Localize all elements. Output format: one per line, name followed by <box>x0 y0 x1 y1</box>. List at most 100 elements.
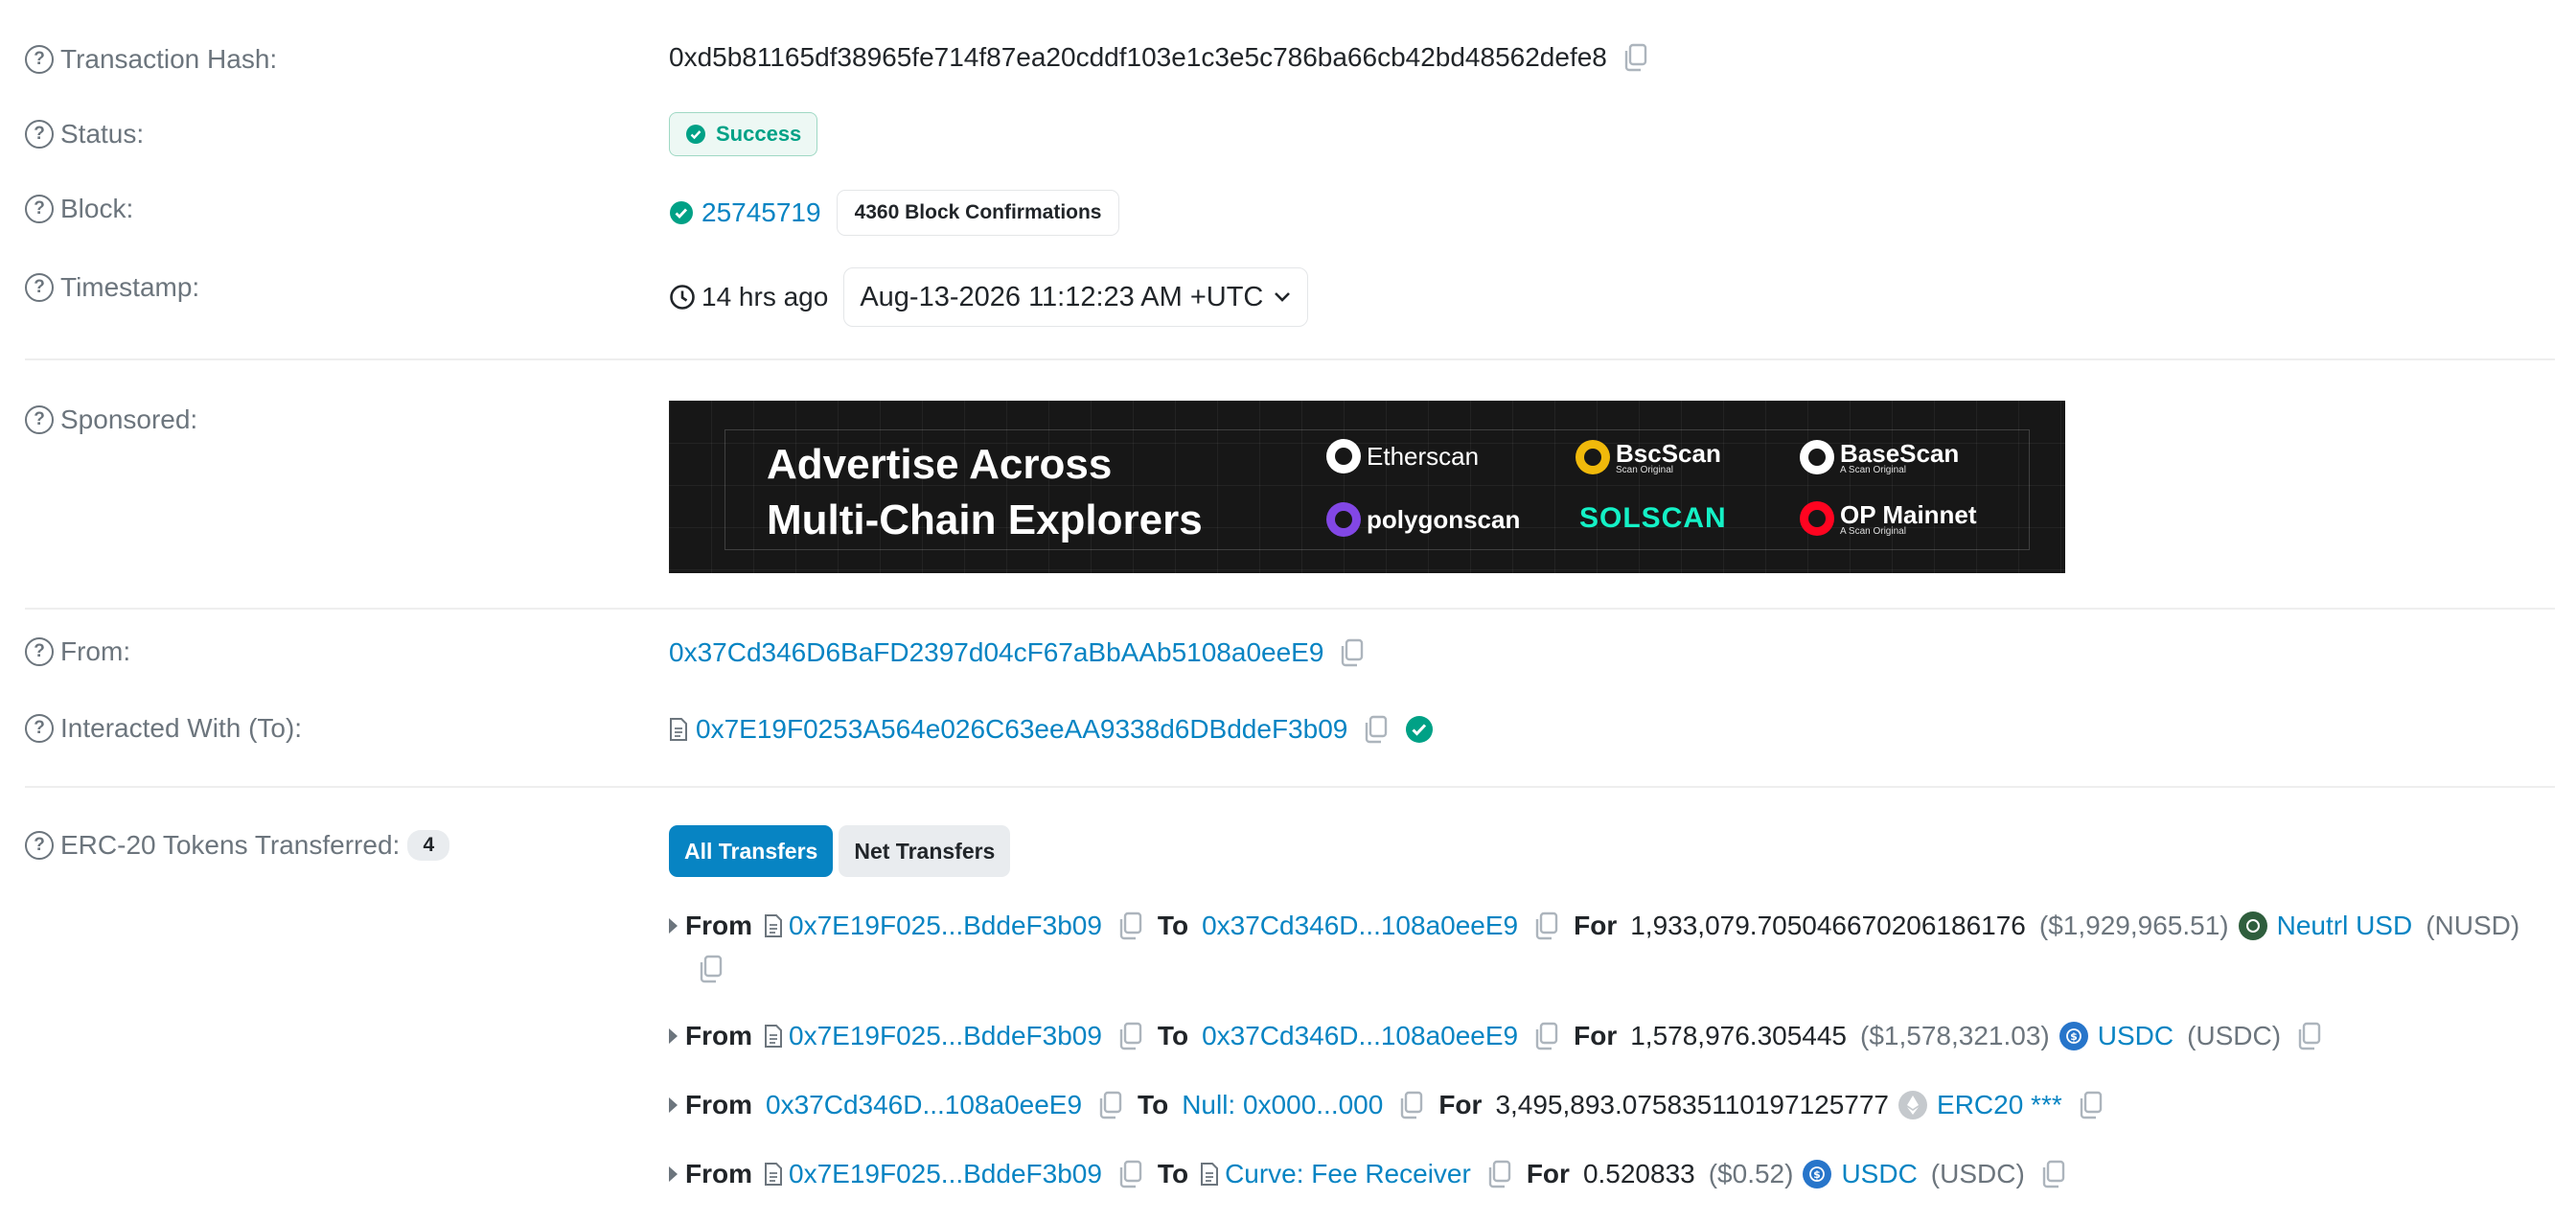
sponsored-banner[interactable]: Advertise Across Multi-Chain Explorers E… <box>669 401 2065 573</box>
to-word: To <box>1138 1090 1169 1119</box>
check-circle-icon <box>670 201 693 224</box>
block-label: ? Block: <box>25 194 133 224</box>
tx-hash-value: 0xd5b81165df38965fe714f87ea20cddf103e1c3… <box>669 42 1649 73</box>
transfer-to-link[interactable]: Null: 0x000...000 <box>1182 1090 1383 1120</box>
block-confirmations-badge: 4360 Block Confirmations <box>836 190 1120 236</box>
status-label: ? Status: <box>25 119 144 150</box>
copy-icon[interactable] <box>2078 1091 2104 1119</box>
timestamp-value: 14 hrs ago Aug-13-2026 11:12:23 AM +UTC <box>669 267 1309 327</box>
erc20-label: ? ERC-20 Tokens Transferred: 4 <box>25 830 450 861</box>
copy-icon[interactable] <box>1117 1022 1144 1050</box>
transfer-row: From 0x7E19F025...BddeF3b09 To 0x37Cd346… <box>669 1021 2323 1051</box>
question-icon[interactable]: ? <box>25 831 54 860</box>
copy-icon[interactable] <box>1363 715 1390 744</box>
usdc-token-icon: $ <box>1803 1160 1832 1188</box>
to-address-link[interactable]: 0x7E19F0253A564e026C63eeAA9338d6DBddeF3b… <box>696 714 1347 745</box>
check-circle-icon <box>686 125 705 144</box>
brand-solscan-text: SOLSCAN <box>1579 502 1727 534</box>
tx-hash-label-text: Transaction Hash: <box>60 44 278 74</box>
banner-headline: Advertise Across Multi-Chain Explorers <box>767 437 1203 548</box>
transfer-to-link[interactable]: 0x37Cd346D...108a0eeE9 <box>1202 1021 1518 1051</box>
brand-basescan-text: BaseScan <box>1840 439 1960 468</box>
divider <box>25 608 2555 610</box>
nusd-token-icon <box>2238 911 2267 940</box>
brand-polygonscan-text: polygonscan <box>1367 504 1521 534</box>
expand-caret-icon[interactable] <box>669 918 678 934</box>
sponsored-label-text: Sponsored: <box>60 404 198 434</box>
question-icon[interactable]: ? <box>25 637 54 666</box>
svg-text:$: $ <box>1814 1168 1822 1181</box>
question-icon[interactable]: ? <box>25 45 54 74</box>
interacted-label-text: Interacted With (To): <box>60 713 303 743</box>
block-number-link[interactable]: 25745719 <box>702 197 821 228</box>
transfer-row-wrap <box>698 955 724 983</box>
timestamp-dropdown[interactable]: Aug-13-2026 11:12:23 AM +UTC <box>843 267 1309 327</box>
basescan-logo-icon <box>1800 440 1834 474</box>
transfer-token-link[interactable]: USDC <box>2098 1021 2174 1051</box>
copy-icon[interactable] <box>1117 911 1144 940</box>
interacted-value: 0x7E19F0253A564e026C63eeAA9338d6DBddeF3b… <box>669 714 1434 745</box>
clock-icon <box>669 284 696 311</box>
status-badge: Success <box>669 112 818 156</box>
svg-text:$: $ <box>2070 1030 2078 1043</box>
copy-icon[interactable] <box>1486 1160 1513 1188</box>
sponsored-label: ? Sponsored: <box>25 404 197 435</box>
bscscan-logo-icon <box>1576 440 1610 474</box>
contract-file-icon <box>1200 1162 1219 1187</box>
question-icon[interactable]: ? <box>25 195 54 223</box>
transfer-token-link[interactable]: Neutrl USD <box>2277 911 2413 941</box>
tab-net-transfers[interactable]: Net Transfers <box>839 825 1011 877</box>
from-word: From <box>685 1021 752 1050</box>
for-word: For <box>1574 911 1618 940</box>
verified-check-icon <box>1406 716 1434 743</box>
transfer-row: From 0x7E19F025...BddeF3b09 To 0x37Cd346… <box>669 911 2519 941</box>
for-word: For <box>1438 1090 1483 1119</box>
transfer-row: From 0x37Cd346D...108a0eeE9 To Null: 0x0… <box>669 1090 2104 1120</box>
brand-solscan: SOLSCAN <box>1579 502 1727 535</box>
copy-icon[interactable] <box>1622 43 1649 72</box>
transfer-token-link[interactable]: USDC <box>1841 1159 1917 1189</box>
copy-icon[interactable] <box>2040 1160 2067 1188</box>
question-icon[interactable]: ? <box>25 405 54 434</box>
interacted-label: ? Interacted With (To): <box>25 713 302 744</box>
transfer-from-link[interactable]: 0x37Cd346D...108a0eeE9 <box>766 1090 1082 1120</box>
status-label-text: Status: <box>60 119 145 149</box>
copy-icon[interactable] <box>2296 1022 2323 1050</box>
question-icon[interactable]: ? <box>25 120 54 149</box>
tab-all-transfers[interactable]: All Transfers <box>669 825 834 877</box>
transfer-to-link[interactable]: Curve: Fee Receiver <box>1225 1159 1471 1189</box>
from-value: 0x37Cd346D6BaFD2397d04cF67aBbAAb5108a0ee… <box>669 637 1366 668</box>
copy-icon[interactable] <box>1533 1022 1560 1050</box>
copy-icon[interactable] <box>1117 1160 1144 1188</box>
op-mainnet-logo-icon <box>1800 501 1834 536</box>
timestamp-label: ? Timestamp: <box>25 272 199 303</box>
copy-icon[interactable] <box>1398 1091 1425 1119</box>
transfer-token-link[interactable]: ERC20 *** <box>1937 1090 2062 1120</box>
to-word: To <box>1157 1159 1189 1188</box>
from-label: ? From: <box>25 636 130 667</box>
copy-icon[interactable] <box>1533 911 1560 940</box>
transfer-token-symbol: (USDC) <box>2187 1021 2282 1050</box>
expand-caret-icon[interactable] <box>669 1097 678 1113</box>
transfer-from-link[interactable]: 0x7E19F025...BddeF3b09 <box>789 911 1102 941</box>
transfer-from-link[interactable]: 0x7E19F025...BddeF3b09 <box>789 1159 1102 1189</box>
transfer-to-link[interactable]: 0x37Cd346D...108a0eeE9 <box>1202 911 1518 941</box>
transfer-amount: 1,933,079.705046670206186176 <box>1630 911 2026 940</box>
copy-icon[interactable] <box>1097 1091 1124 1119</box>
question-icon[interactable]: ? <box>25 714 54 743</box>
copy-icon[interactable] <box>698 955 724 983</box>
transfer-from-link[interactable]: 0x7E19F025...BddeF3b09 <box>789 1021 1102 1051</box>
transfer-token-symbol: (NUSD) <box>2426 911 2520 940</box>
expand-caret-icon[interactable] <box>669 1028 678 1044</box>
contract-file-icon <box>764 913 783 938</box>
for-word: For <box>1574 1021 1618 1050</box>
from-address-link[interactable]: 0x37Cd346D6BaFD2397d04cF67aBbAAb5108a0ee… <box>669 637 1323 668</box>
expand-caret-icon[interactable] <box>669 1166 678 1182</box>
contract-file-icon <box>669 717 688 742</box>
question-icon[interactable]: ? <box>25 273 54 302</box>
brand-bscscan: BscScan Scan Original <box>1576 439 1721 475</box>
transfer-usd: ($0.52) <box>1708 1159 1794 1188</box>
erc20-tabs: All Transfers Net Transfers <box>669 825 1011 877</box>
tx-hash-label: ? Transaction Hash: <box>25 44 277 75</box>
copy-icon[interactable] <box>1339 638 1366 667</box>
